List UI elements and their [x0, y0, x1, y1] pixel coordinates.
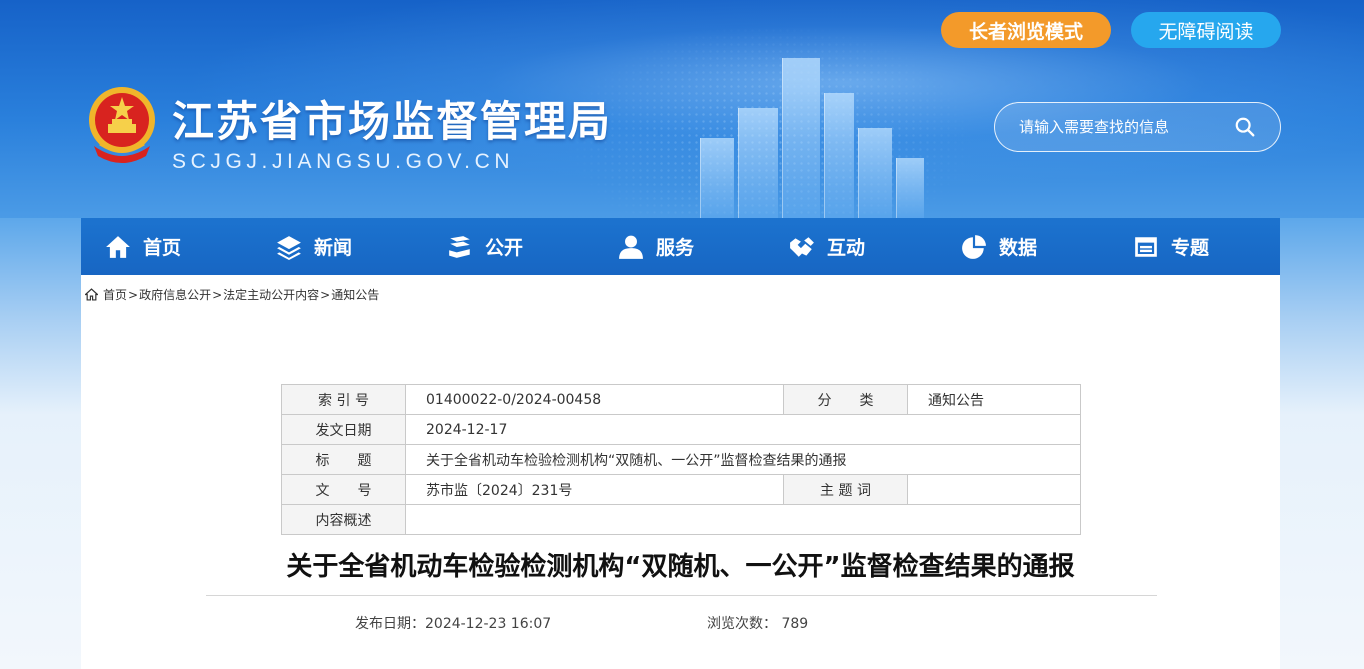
table-row: 发文日期 2024-12-17: [281, 414, 1081, 445]
keywords-label: 主 题 词: [783, 474, 908, 505]
building-decoration: [738, 108, 778, 218]
table-row: 标 题 关于全省机动车检验检测机构“双随机、一公开”监督检查结果的通报: [281, 444, 1081, 475]
breadcrumb-link-statutory[interactable]: 法定主动公开内容: [223, 286, 319, 303]
category-value: 通知公告: [907, 384, 1081, 415]
breadcrumb: 首页 > 政府信息公开 > 法定主动公开内容 > 通知公告: [85, 286, 379, 303]
nav-item-interaction[interactable]: 互动: [789, 218, 865, 275]
handshake-icon: [790, 236, 814, 257]
document-number-value: 苏市监〔2024〕231号: [405, 474, 784, 505]
nav-item-label: 新闻: [314, 237, 353, 259]
nav-item-service[interactable]: 服务: [618, 218, 694, 275]
nav-item-label: 首页: [143, 237, 182, 259]
title-divider: [206, 595, 1157, 596]
breadcrumb-link-gov-info[interactable]: 政府信息公开: [139, 286, 211, 303]
breadcrumb-separator: >: [320, 287, 331, 302]
site-title: 江苏省市场监督管理局: [172, 97, 613, 146]
document-metadata-table: 索 引 号 01400022-0/2024-00458 分 类 通知公告 发文日…: [281, 384, 1081, 535]
building-decoration: [824, 93, 854, 218]
article-title: 关于全省机动车检验检测机构“双随机、一公开”监督检查结果的通报: [286, 552, 1075, 582]
publish-date: 发布日期：2024-12-23 16:07: [355, 616, 552, 632]
search-icon[interactable]: [1234, 116, 1256, 138]
nav-item-label: 公开: [485, 237, 524, 259]
summary-value: [405, 504, 1081, 535]
table-row: 文 号 苏市监〔2024〕231号 主 题 词: [281, 474, 1081, 505]
keywords-value: [907, 474, 1081, 505]
nav-item-label: 专题: [1171, 237, 1210, 259]
accessibility-reading-button[interactable]: 无障碍阅读: [1131, 12, 1281, 48]
index-number-label: 索 引 号: [281, 384, 406, 415]
issue-date-value: 2024-12-17: [405, 414, 1081, 445]
building-decoration: [858, 128, 892, 218]
document-number-label: 文 号: [281, 474, 406, 505]
search-box[interactable]: [994, 102, 1281, 152]
building-decoration: [896, 158, 924, 218]
national-emblem-icon: [89, 87, 155, 163]
title-label: 标 题: [281, 444, 406, 475]
table-row: 索 引 号 01400022-0/2024-00458 分 类 通知公告: [281, 384, 1081, 415]
nav-item-label: 互动: [827, 237, 866, 259]
home-icon: [85, 288, 98, 301]
layers-icon: [277, 235, 301, 260]
breadcrumb-separator: >: [212, 287, 223, 302]
category-label: 分 类: [783, 384, 908, 415]
stack-icon: [449, 235, 470, 258]
nav-item-label: 数据: [999, 237, 1038, 259]
home-icon: [106, 235, 130, 258]
title-value: 关于全省机动车检验检测机构“双随机、一公开”监督检查结果的通报: [405, 444, 1081, 475]
window-icon: [1135, 236, 1157, 257]
issue-date-label: 发文日期: [281, 414, 406, 445]
main-content: 首页 > 政府信息公开 > 法定主动公开内容 > 通知公告 索 引 号 0140…: [81, 275, 1280, 669]
nav-item-label: 服务: [656, 237, 695, 259]
view-count: 浏览次数： 789: [707, 613, 808, 633]
breadcrumb-link-notices[interactable]: 通知公告: [331, 286, 379, 303]
user-icon: [619, 235, 643, 259]
view-count-value: 789: [781, 616, 809, 632]
table-row: 内容概述: [281, 504, 1081, 535]
nav-item-news[interactable]: 新闻: [276, 218, 352, 275]
view-count-label: 浏览次数：: [707, 616, 777, 632]
nav-item-topics[interactable]: 专题: [1133, 218, 1209, 275]
search-input[interactable]: [1019, 118, 1229, 136]
nav-item-home[interactable]: 首页: [105, 218, 181, 275]
elder-mode-button[interactable]: 长者浏览模式: [941, 12, 1111, 48]
main-nav: 首页 新闻 公开 服务 互动 数据 专题: [81, 218, 1280, 275]
summary-label: 内容概述: [281, 504, 406, 535]
building-decoration: [700, 138, 734, 218]
breadcrumb-link-home[interactable]: 首页: [103, 286, 127, 303]
breadcrumb-separator: >: [128, 287, 139, 302]
nav-item-data[interactable]: 数据: [961, 218, 1037, 275]
index-number-value: 01400022-0/2024-00458: [405, 384, 784, 415]
pie-chart-icon: [962, 234, 986, 259]
nav-item-public[interactable]: 公开: [447, 218, 523, 275]
building-decoration: [782, 58, 820, 218]
site-domain: SCJGJ.JIANGSU.GOV.CN: [172, 150, 515, 173]
